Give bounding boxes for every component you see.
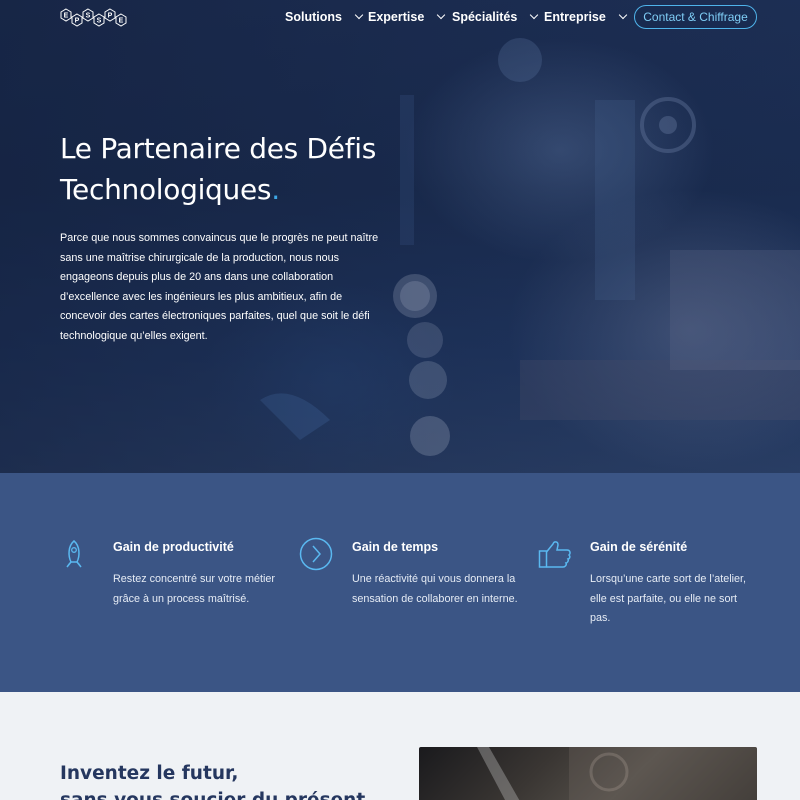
feature-text: Une réactivité qui vous donnera la sensa… [352, 573, 518, 605]
intro-image [419, 747, 757, 800]
intro-section: Inventez le futur, sans vous soucier du … [0, 692, 800, 800]
intro-title: Inventez le futur, sans vous soucier du … [60, 760, 390, 800]
nav-item-label: Spécialités [452, 10, 518, 24]
feature-text: Restez concentré sur votre métier grâce … [113, 573, 276, 605]
epsspe-logo[interactable]: E P S S P E [60, 5, 128, 27]
nav-item-entreprise[interactable]: Entreprise [544, 0, 628, 34]
hero-title-line2: Technologiques [60, 173, 272, 206]
feature-title: Gain de sérénité [590, 540, 688, 554]
feature-title: Gain de temps [352, 540, 439, 554]
intro-title-line2: sans vous soucier du présent. [60, 790, 372, 800]
rocket-icon [66, 540, 82, 568]
circuit-board-photo [477, 747, 757, 800]
chevron-right-circle-icon [299, 537, 333, 571]
feature-text: Lorsqu’une carte sort de l’atelier, elle… [590, 573, 747, 624]
hero-title-dot: . [271, 173, 280, 206]
hero-paragraph: Parce que nous sommes convaincus que le … [60, 232, 379, 342]
nav-item-specialites[interactable]: Spécialités [452, 0, 539, 34]
features-section: Gain de productivité Restez concentré su… [0, 473, 800, 692]
logo-letter: P [108, 13, 113, 20]
chevron-down-icon [354, 10, 364, 20]
logo-letter: E [64, 13, 69, 20]
logo-letter: P [75, 18, 80, 25]
chevron-down-icon [618, 10, 628, 20]
nav-item-solutions[interactable]: Solutions [285, 0, 364, 34]
logo-letter: E [119, 18, 124, 25]
nav-item-label: Solutions [285, 10, 342, 24]
intro-title-line1: Inventez le futur, [60, 763, 239, 784]
hero-title: Le Partenaire des Défis Technologiques. [60, 128, 460, 210]
top-navigation: E P S S P E Solutions Expertise Spéciali… [0, 0, 800, 34]
nav-item-label: Entreprise [544, 10, 606, 24]
hero-title-line1: Le Partenaire des Défis [60, 132, 377, 165]
hero-section: E P S S P E Solutions Expertise Spéciali… [0, 0, 800, 473]
contact-chiffrage-button[interactable]: Contact & Chiffrage [634, 5, 757, 29]
feature-title: Gain de productivité [113, 540, 234, 554]
logo-letter: S [86, 13, 91, 20]
thumbs-up-icon [538, 541, 571, 568]
chevron-down-icon [530, 10, 539, 20]
logo-letter: S [97, 18, 102, 25]
chevron-down-icon [437, 10, 446, 20]
nav-item-expertise[interactable]: Expertise [368, 0, 446, 34]
nav-item-label: Expertise [368, 10, 425, 24]
